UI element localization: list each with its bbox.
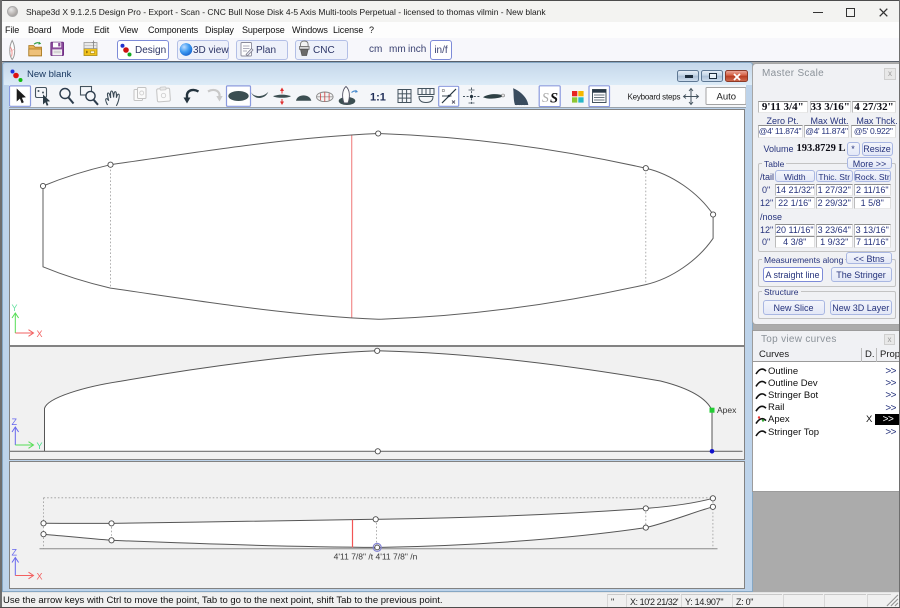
svg-text:Keyboard steps: Keyboard steps: [627, 93, 680, 102]
svg-text:4'11 7/8" /t 4'11 7/8" /n: 4'11 7/8" /t 4'11 7/8" /n: [333, 551, 417, 561]
svg-text:X: X: [36, 329, 42, 339]
svg-text:Z: Z: [11, 547, 17, 557]
svg-text:Auto: Auto: [716, 92, 736, 103]
svg-text:Y: Y: [11, 303, 17, 313]
svg-text:Z: Z: [11, 417, 17, 427]
svg-text:S: S: [542, 90, 549, 105]
svg-text:Apex: Apex: [717, 405, 737, 415]
svg-text:1:1: 1:1: [370, 92, 386, 104]
svg-text:Y: Y: [36, 441, 42, 451]
svg-text:X: X: [36, 571, 42, 581]
svg-text:S: S: [550, 91, 558, 107]
